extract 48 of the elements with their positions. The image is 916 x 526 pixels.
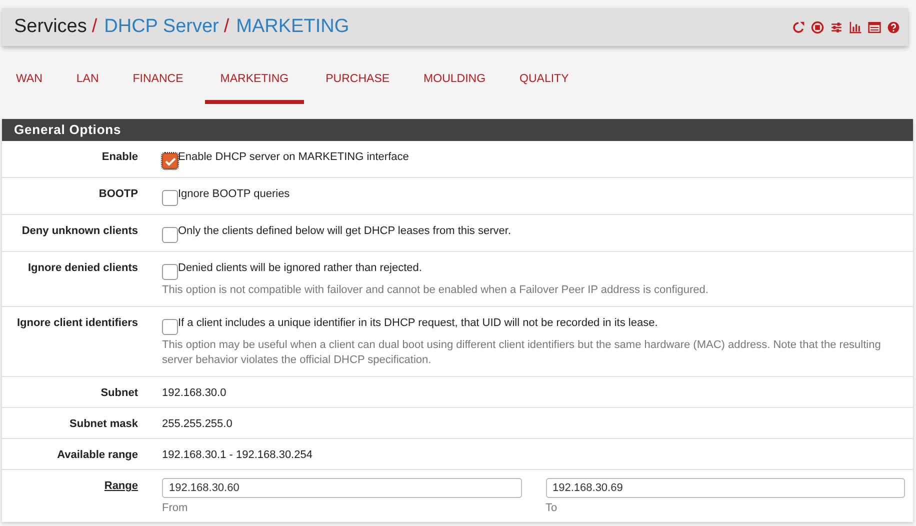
field-label: Subnet [100, 386, 138, 399]
field-label: Available range [57, 448, 138, 461]
tab[interactable]: WAN [4, 67, 54, 104]
panel-heading: General Options [2, 119, 913, 141]
checkbox-label: Enable DHCP server on MARKETING interface [178, 150, 409, 163]
ip-input-field[interactable]: 192.168.30.69 [546, 478, 905, 498]
field-label: Enable [102, 150, 138, 165]
list-icon[interactable] [868, 20, 881, 34]
field-label: Ignore client identifiers [16, 316, 138, 331]
sliders-icon[interactable] [830, 20, 843, 34]
help-text: This option may be useful when a client can dual boot using different client identifiers but the same hardware (MAC) address. Note that the resulting server behavior violates the official DHCP specification. [162, 338, 882, 368]
field-value: 192.168.30.1 - 192.168.30.254 [162, 448, 314, 461]
checkbox-label: Denied clients will be ignored rather than rejected. [178, 261, 422, 274]
breadcrumb-separator: / [224, 16, 230, 38]
checkbox[interactable] [162, 153, 178, 169]
checkbox[interactable] [162, 264, 178, 280]
tab[interactable]: LAN [64, 67, 111, 104]
help-text: This option is not compatible with failover and cannot be enabled when a Failover Peer IP address is configured. [162, 283, 710, 298]
checkbox[interactable] [162, 319, 178, 335]
ip-input-field[interactable]: 192.168.30.60 [162, 478, 522, 498]
checkbox[interactable] [162, 190, 178, 206]
field-label: Ignore denied clients [28, 261, 138, 276]
breadcrumb-separator: / [92, 16, 98, 38]
tab[interactable]: PURCHASE [314, 67, 402, 104]
checkbox[interactable] [162, 227, 178, 243]
checkbox-label: Only the clients defined below will get DHCP leases from this server. [178, 224, 511, 237]
input-caption: From [162, 502, 189, 514]
checkbox-label: If a client includes a unique identifier in its DHCP request, that UID will not be recorded in its lease. [178, 316, 658, 329]
field-value: 192.168.30.0 [162, 386, 228, 399]
help-icon[interactable] [887, 20, 900, 34]
field-label: Deny unknown clients [22, 224, 138, 239]
checkbox-label: Ignore BOOTP queries [178, 187, 290, 200]
field-value: 255.255.255.0 [162, 417, 234, 430]
stop-icon[interactable] [811, 20, 824, 34]
tab[interactable]: MARKETING [205, 67, 304, 104]
bar-chart-icon[interactable] [849, 20, 862, 34]
field-label: Subnet mask [70, 417, 138, 430]
breadcrumb-link[interactable]: DHCP Server [104, 16, 219, 38]
field-label: Range [104, 479, 138, 494]
breadcrumb-link[interactable]: MARKETING [236, 16, 350, 38]
tab[interactable]: FINANCE [120, 67, 196, 104]
field-label: BOOTP [98, 187, 138, 202]
reload-icon[interactable] [792, 20, 805, 34]
page-title: Services [14, 16, 87, 38]
input-caption: To [546, 502, 558, 514]
check-icon [164, 156, 176, 166]
tab[interactable]: MOULDING [412, 67, 498, 104]
tab[interactable]: QUALITY [508, 67, 581, 104]
